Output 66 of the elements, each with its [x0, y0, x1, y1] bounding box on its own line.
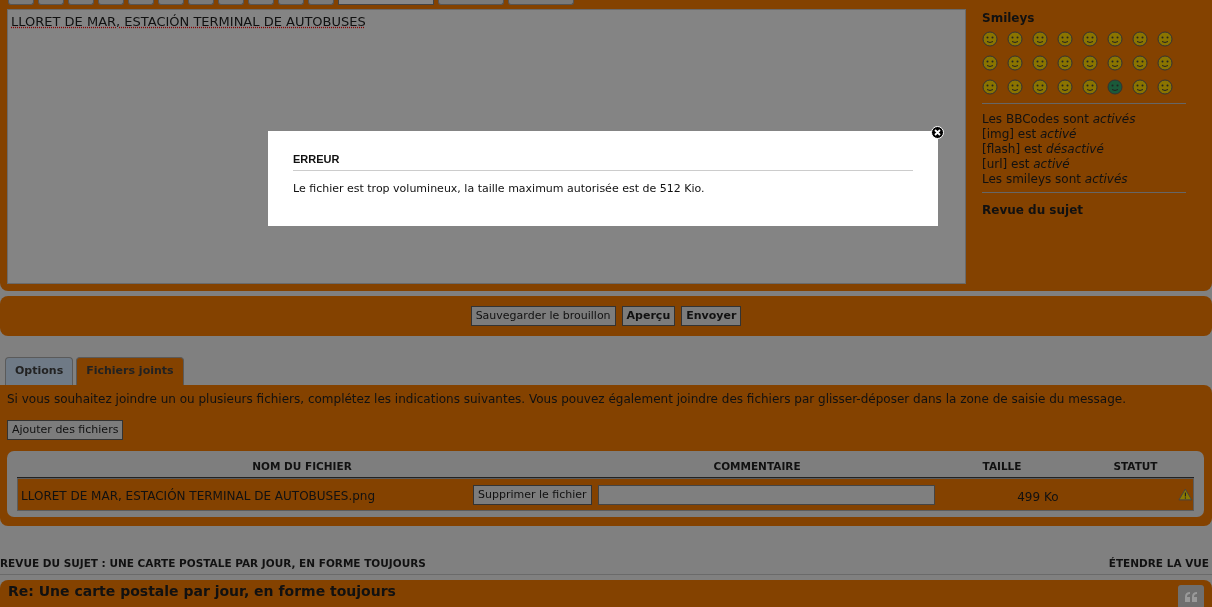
- smiley-icon[interactable]: [982, 79, 998, 95]
- smiley-icon[interactable]: [982, 55, 998, 71]
- toolbar-button[interactable]: [68, 0, 94, 5]
- status-line: [flash] est désactivé: [982, 142, 1105, 157]
- dialog-message: Le fichier est trop volumineux, la taille maximum autorisée est de 512 Kio.: [293, 180, 706, 197]
- column-header: STATUT: [1112, 458, 1159, 474]
- smiley-icon[interactable]: [1057, 55, 1073, 71]
- file-size: 499 Ko: [1016, 488, 1060, 506]
- add-files-button[interactable]: Ajouter des fichiers: [7, 419, 124, 440]
- toolbar-button[interactable]: [98, 0, 124, 5]
- tab[interactable]: Options: [5, 357, 74, 385]
- review-link[interactable]: Revue du sujet: [982, 201, 1186, 219]
- toolbar-button[interactable]: [308, 0, 334, 5]
- toolbar-button[interactable]: [438, 0, 504, 5]
- status-line: [url] est activé: [982, 157, 1071, 172]
- smiley-icon[interactable]: [1057, 31, 1073, 47]
- smiley-icon[interactable]: [1032, 31, 1048, 47]
- smiley-icon[interactable]: [1132, 79, 1148, 95]
- toolbar-button[interactable]: [508, 0, 574, 5]
- smiley-icon[interactable]: [1007, 79, 1023, 95]
- toolbar-button[interactable]: [128, 0, 154, 5]
- toolbar-button[interactable]: [8, 0, 34, 5]
- post-title: Re: Une carte postale par jour, en forme toujours: [8, 583, 396, 601]
- toolbar-button[interactable]: [278, 0, 304, 5]
- smiley-icon[interactable]: [1107, 55, 1123, 71]
- status-line: Les smileys sont activés: [982, 172, 1129, 187]
- column-header: TAILLE: [981, 458, 1023, 474]
- toolbar-button[interactable]: [248, 0, 274, 5]
- toolbar-button[interactable]: [38, 0, 64, 5]
- smiley-icon[interactable]: [982, 31, 998, 47]
- comment-field[interactable]: [597, 484, 936, 505]
- toolbar-button[interactable]: [158, 0, 184, 5]
- toolbar-button[interactable]: [188, 0, 214, 5]
- status-line: Les BBCodes sont activés: [982, 112, 1137, 127]
- smiley-icon[interactable]: [1007, 31, 1023, 47]
- toolbar-button[interactable]: [218, 0, 244, 5]
- status-line: [img] est activé: [982, 127, 1078, 142]
- smiley-icon[interactable]: [1057, 79, 1073, 95]
- smiley-icon[interactable]: [1032, 79, 1048, 95]
- action-button[interactable]: Aperçu: [621, 306, 676, 326]
- smiley-icon[interactable]: [1157, 79, 1173, 95]
- smiley-icon[interactable]: [1132, 31, 1148, 47]
- sidebar-title: Smileys: [982, 10, 1036, 27]
- review-title: REVUE DU SUJET : UNE CARTE POSTALE PAR JOUR, EN FORME TOUJOURS: [0, 556, 426, 572]
- quote-button[interactable]: [1178, 585, 1204, 607]
- file-name: LLORET DE MAR, ESTACIÓN TERMINAL DE AUTOBUSES.png: [20, 487, 377, 506]
- action-button[interactable]: Envoyer: [681, 306, 742, 326]
- quote-icon: [1185, 592, 1197, 602]
- smiley-icon[interactable]: [1032, 55, 1048, 71]
- smiley-icon[interactable]: [1132, 55, 1148, 71]
- smiley-icon[interactable]: [1107, 31, 1123, 47]
- intro-text: Si vous souhaitez joindre un ou plusieurs fichiers, complétez les indications suivantes. Vous pouvez également joindre des fichiers par glisser-déposer dans la zone de saisie du message.: [7, 390, 1127, 408]
- smiley-icon[interactable]: [1082, 55, 1098, 71]
- smiley-icon[interactable]: [1107, 79, 1123, 95]
- delete-file-button[interactable]: Supprimer le fichier: [473, 484, 592, 505]
- smiley-icon[interactable]: [1157, 55, 1173, 71]
- font-size-select[interactable]: [338, 0, 434, 5]
- smiley-icon[interactable]: [1157, 31, 1173, 47]
- smiley-icon[interactable]: [1082, 31, 1098, 47]
- action-button[interactable]: Sauvegarder le brouillon: [470, 306, 616, 326]
- dialog-title: ERREUR: [293, 151, 913, 171]
- smiley-icon[interactable]: [1082, 79, 1098, 95]
- column-header: COMMENTAIRE: [712, 458, 802, 474]
- expand-view-link[interactable]: ÉTENDRE LA VUE: [1108, 556, 1209, 572]
- column-header: NOM DU FICHIER: [251, 458, 353, 474]
- smiley-icon[interactable]: [1007, 55, 1023, 71]
